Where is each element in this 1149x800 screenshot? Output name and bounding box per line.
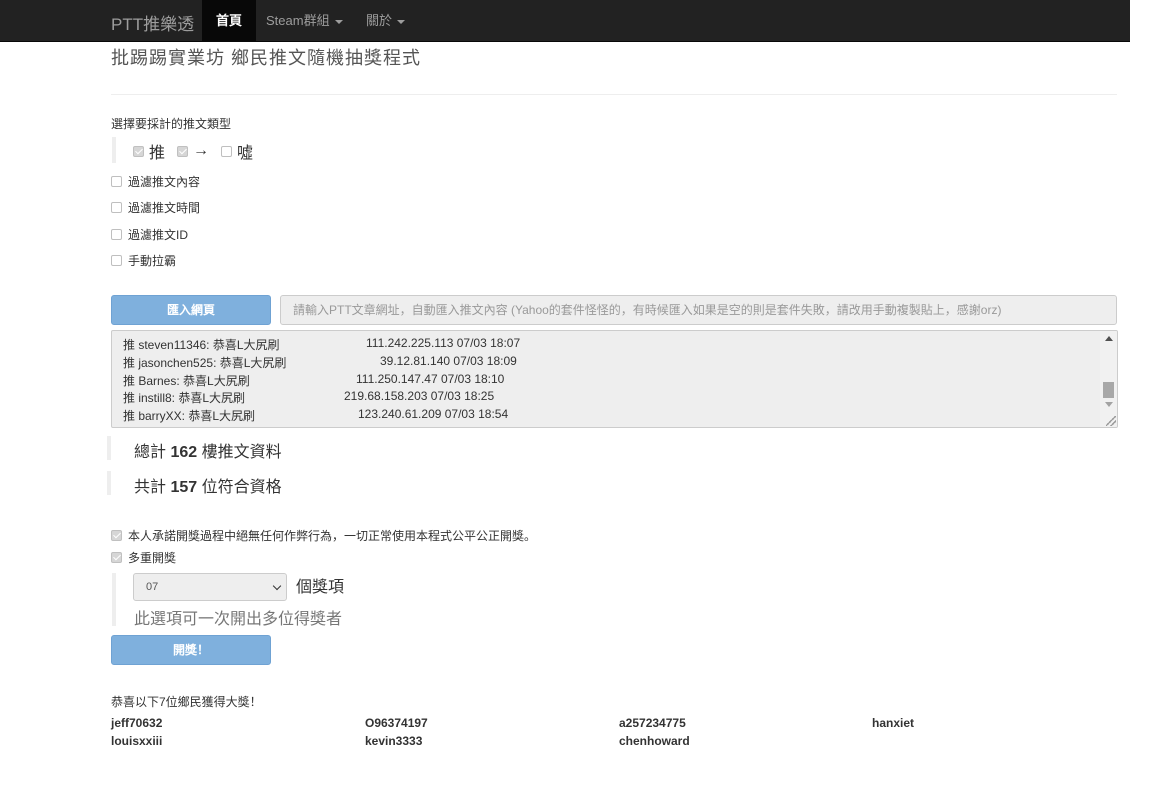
winner-name: chenhoward [619, 734, 690, 748]
fairness-promise-checkbox[interactable] [111, 530, 122, 541]
filter-time-row[interactable]: 過濾推文時間 [111, 199, 200, 216]
eligible-prefix: 共計 [134, 479, 167, 496]
multi-draw-row[interactable]: 多重開獎 [111, 549, 176, 566]
push-line-meta: 111.250.147.47 07/03 18:10 [356, 372, 505, 386]
filter-content-label: 過濾推文內容 [128, 175, 201, 189]
push-type-label-boo: 噓 [237, 145, 254, 162]
push-type-checkbox-arrow[interactable] [177, 145, 189, 157]
winner-name: O96374197 [365, 716, 428, 730]
push-type-options: 推 → 噓 [133, 139, 265, 163]
filter-content-row[interactable]: 過濾推文內容 [111, 173, 200, 190]
winner-name: a257234775 [619, 716, 686, 730]
nav-steam-group-label: Steam群組 [266, 13, 330, 28]
multi-draw-checkbox[interactable] [111, 552, 122, 563]
nav-about-dropdown[interactable]: 關於 [352, 0, 419, 42]
caret-down-icon [334, 19, 343, 24]
push-line: 推 barryXX: 恭喜L大尻刷 [123, 409, 256, 423]
push-type-label-push: 推 [149, 145, 166, 162]
winner-name: jeff70632 [111, 716, 163, 730]
manual-slot-label: 手動拉霸 [128, 254, 177, 268]
winners-title: 恭喜以下7位鄉民獲得大獎！ [111, 695, 262, 709]
multi-draw-label: 多重開獎 [128, 551, 177, 565]
fairness-promise-label: 本人承諾開獎過程中絕無任何作弊行為，一切正常使用本程式公平公正開獎。 [128, 529, 537, 543]
filter-id-checkbox[interactable] [111, 229, 122, 240]
push-line-meta: 219.68.158.203 07/03 18:25 [344, 389, 495, 403]
textarea-scrollbar[interactable] [1100, 331, 1117, 427]
caret-down-icon [397, 19, 406, 24]
resize-grip-icon[interactable] [1106, 416, 1116, 426]
push-line-meta: 111.242.225.113 07/03 18:07 [366, 336, 521, 350]
total-prefix: 總計 [134, 444, 167, 461]
push-line: 推 jasonchen525: 恭喜L大尻刷 [123, 356, 287, 370]
push-type-checkbox-push[interactable] [133, 145, 144, 157]
total-suffix: 樓推文資料 [201, 444, 282, 461]
article-url-input[interactable]: 請輸入PTT文章網址，自動匯入推文內容 (Yahoo的套件怪怪的，有時候匯入如果… [280, 295, 1117, 325]
multi-draw-quote-bar [112, 573, 116, 626]
page-title: 批踢踢實業坊 鄉民推文隨機抽獎程式 [111, 48, 421, 68]
push-type-checkbox-boo[interactable] [221, 145, 233, 157]
push-line: 推 steven11346: 恭喜L大尻刷 [123, 338, 280, 352]
manual-slot-row[interactable]: 手動拉霸 [111, 252, 176, 269]
push-line-meta: 39.12.81.140 07/03 18:09 [380, 354, 517, 368]
scroll-thumb[interactable] [1103, 382, 1114, 398]
eligible-count-value: 157 [170, 479, 198, 496]
eligible-suffix: 位符合資格 [201, 479, 282, 496]
fairness-promise-row[interactable]: 本人承諾開獎過程中絕無任何作弊行為，一切正常使用本程式公平公正開獎。 [111, 527, 536, 544]
total-quote-bar [107, 436, 111, 460]
draw-button[interactable]: 開獎！ [111, 635, 271, 665]
scroll-up-arrow-icon[interactable] [1105, 336, 1113, 341]
brand-link[interactable]: PTT推樂透 [111, 10, 194, 35]
winner-name: louisxxiii [111, 734, 163, 748]
push-type-label-arrow: → [193, 142, 210, 159]
chevron-down-icon [272, 581, 282, 591]
divider [111, 94, 1117, 95]
filter-id-row[interactable]: 過濾推文ID [111, 226, 188, 243]
push-line-meta: 123.240.61.209 07/03 18:54 [358, 407, 509, 421]
filter-time-label: 過濾推文時間 [128, 201, 201, 215]
scroll-down-arrow-icon[interactable] [1105, 402, 1113, 407]
nav-steam-group-dropdown[interactable]: Steam群組 [252, 0, 357, 42]
total-count-value: 162 [170, 444, 198, 461]
push-type-section-label: 選擇要採計的推文類型 [111, 117, 232, 131]
top-navbar: PTT推樂透 首頁 Steam群組 關於 [0, 0, 1130, 42]
winner-name: hanxiet [872, 716, 915, 730]
eligible-quote-bar [107, 471, 111, 495]
filter-id-label: 過濾推文ID [128, 228, 189, 242]
push-content-textarea[interactable]: 推 steven11346: 恭喜L大尻刷 111.242.225.113 07… [111, 330, 1118, 428]
manual-slot-checkbox[interactable] [111, 255, 122, 266]
eligible-count: 共計 157 位符合資格 [134, 473, 282, 497]
filter-content-checkbox[interactable] [111, 176, 122, 187]
push-line: 推 Barnes: 恭喜L大尻刷 [123, 374, 250, 388]
prize-count-suffix: 個獎項 [296, 579, 345, 596]
filter-time-checkbox[interactable] [111, 202, 122, 213]
nav-home[interactable]: 首頁 [202, 0, 257, 42]
push-type-quote-bar [112, 137, 116, 163]
prize-count-value: 07 [146, 581, 159, 593]
multi-draw-help-text: 此選項可一次開出多位得獎者 [134, 611, 343, 628]
winner-name: kevin3333 [365, 734, 423, 748]
nav-about-label: 關於 [366, 13, 393, 28]
prize-count-select[interactable]: 07 [133, 573, 287, 601]
push-line: 推 instill8: 恭喜L大尻刷 [123, 391, 246, 405]
import-page-button[interactable]: 匯入網頁 [111, 295, 271, 325]
total-push-count: 總計 162 樓推文資料 [134, 438, 282, 462]
